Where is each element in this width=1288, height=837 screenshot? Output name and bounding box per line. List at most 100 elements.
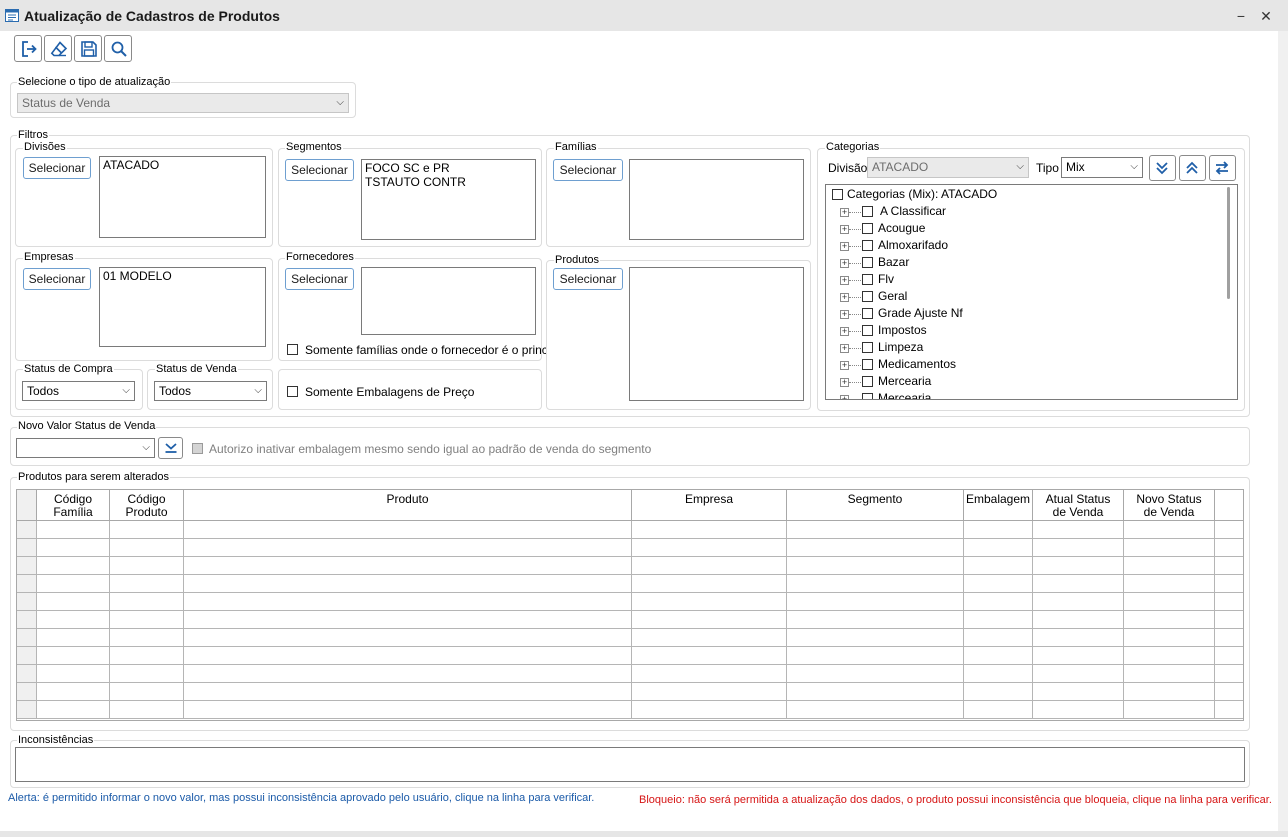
expand-all-button[interactable] <box>1149 155 1176 181</box>
table-cell[interactable] <box>1033 611 1124 629</box>
table-cell[interactable] <box>787 575 964 593</box>
table-cell[interactable] <box>1124 683 1215 701</box>
row-indicator[interactable] <box>17 593 37 611</box>
table-cell[interactable] <box>1215 539 1243 557</box>
table-cell[interactable] <box>632 557 787 575</box>
row-indicator[interactable] <box>17 629 37 647</box>
tree-item[interactable]: + Bazar <box>826 254 1226 271</box>
table-cell[interactable] <box>1124 593 1215 611</box>
table-cell[interactable] <box>1124 629 1215 647</box>
list-item[interactable]: ATACADO <box>103 158 262 172</box>
table-cell[interactable] <box>1033 593 1124 611</box>
column-header[interactable]: Novo Status de Venda <box>1124 490 1215 521</box>
table-cell[interactable] <box>184 647 632 665</box>
tree-item[interactable]: + Almoxarifado <box>826 237 1226 254</box>
new-value-select[interactable]: ⌵ <box>16 438 155 458</box>
collapse-all-button[interactable] <box>1179 155 1206 181</box>
tree-item-checkbox[interactable] <box>862 257 873 268</box>
tree-item-checkbox[interactable] <box>862 308 873 319</box>
segments-list[interactable]: FOCO SC e PR TSTAUTO CONTR <box>361 159 536 240</box>
table-cell[interactable] <box>184 683 632 701</box>
column-header[interactable]: Empresa <box>632 490 787 521</box>
expand-icon[interactable]: + <box>840 310 849 319</box>
exit-button[interactable] <box>14 35 42 62</box>
table-cell[interactable] <box>787 611 964 629</box>
table-cell[interactable] <box>632 701 787 719</box>
row-indicator[interactable] <box>17 647 37 665</box>
table-cell[interactable] <box>1033 557 1124 575</box>
table-cell[interactable] <box>787 701 964 719</box>
divisions-select-button[interactable]: Selecionar <box>23 157 91 179</box>
expand-icon[interactable]: + <box>840 242 849 251</box>
table-cell[interactable] <box>1215 629 1243 647</box>
table-cell[interactable] <box>787 647 964 665</box>
tree-item[interactable]: + Mercearia <box>826 390 1226 399</box>
table-cell[interactable] <box>632 647 787 665</box>
tree-item-checkbox[interactable] <box>862 291 873 302</box>
table-cell[interactable] <box>1033 665 1124 683</box>
table-cell[interactable] <box>184 665 632 683</box>
column-header[interactable]: Segmento <box>787 490 964 521</box>
table-cell[interactable] <box>632 683 787 701</box>
table-cell[interactable] <box>1033 701 1124 719</box>
table-cell[interactable] <box>1124 647 1215 665</box>
column-header[interactable]: Embalagem <box>964 490 1033 521</box>
table-cell[interactable] <box>787 683 964 701</box>
suppliers-list[interactable] <box>361 267 536 335</box>
table-cell[interactable] <box>37 575 110 593</box>
table-cell[interactable] <box>37 593 110 611</box>
tree-item-checkbox[interactable] <box>862 325 873 336</box>
table-cell[interactable] <box>110 575 184 593</box>
row-indicator[interactable] <box>17 683 37 701</box>
table-cell[interactable] <box>184 539 632 557</box>
apply-value-button[interactable] <box>158 437 183 459</box>
list-item[interactable]: FOCO SC e PR <box>365 161 532 175</box>
tree-item-checkbox[interactable] <box>862 376 873 387</box>
column-header[interactable]: Código Família <box>37 490 110 521</box>
expand-icon[interactable]: + <box>840 327 849 336</box>
table-cell[interactable] <box>964 665 1033 683</box>
row-indicator[interactable] <box>17 575 37 593</box>
products-grid[interactable]: Código Família Código Produto Produto Empresa… <box>16 489 1244 721</box>
table-cell[interactable] <box>37 701 110 719</box>
table-cell[interactable] <box>964 575 1033 593</box>
table-cell[interactable] <box>787 593 964 611</box>
table-cell[interactable] <box>1215 557 1243 575</box>
main-supplier-checkbox[interactable] <box>287 344 298 355</box>
tree-item[interactable]: + Mercearia <box>826 373 1226 390</box>
tree-item-checkbox[interactable] <box>862 342 873 353</box>
products-select-button[interactable]: Selecionar <box>553 268 623 290</box>
table-cell[interactable] <box>1124 575 1215 593</box>
table-cell[interactable] <box>632 575 787 593</box>
table-cell[interactable] <box>787 521 964 539</box>
expand-icon[interactable]: + <box>840 259 849 268</box>
table-cell[interactable] <box>964 701 1033 719</box>
table-cell[interactable] <box>1124 521 1215 539</box>
families-list[interactable] <box>629 159 804 240</box>
table-cell[interactable] <box>1124 665 1215 683</box>
inconsistencies-box[interactable] <box>15 747 1245 782</box>
table-cell[interactable] <box>110 539 184 557</box>
tree-item-checkbox[interactable] <box>862 206 873 217</box>
search-button[interactable] <box>104 35 132 62</box>
table-cell[interactable] <box>964 629 1033 647</box>
table-cell[interactable] <box>110 629 184 647</box>
table-cell[interactable] <box>1215 683 1243 701</box>
table-cell[interactable] <box>37 629 110 647</box>
table-cell[interactable] <box>184 593 632 611</box>
clear-button[interactable] <box>44 35 72 62</box>
expand-icon[interactable]: + <box>840 361 849 370</box>
companies-list[interactable]: 01 MODELO <box>99 267 266 347</box>
table-cell[interactable] <box>964 611 1033 629</box>
table-cell[interactable] <box>37 611 110 629</box>
tree-item[interactable]: + A Classificar <box>826 203 1226 220</box>
table-cell[interactable] <box>1124 701 1215 719</box>
table-cell[interactable] <box>787 629 964 647</box>
table-cell[interactable] <box>184 629 632 647</box>
table-cell[interactable] <box>37 683 110 701</box>
table-cell[interactable] <box>37 557 110 575</box>
table-cell[interactable] <box>110 557 184 575</box>
divisions-list[interactable]: ATACADO <box>99 156 266 238</box>
table-cell[interactable] <box>110 665 184 683</box>
save-button[interactable] <box>74 35 102 62</box>
